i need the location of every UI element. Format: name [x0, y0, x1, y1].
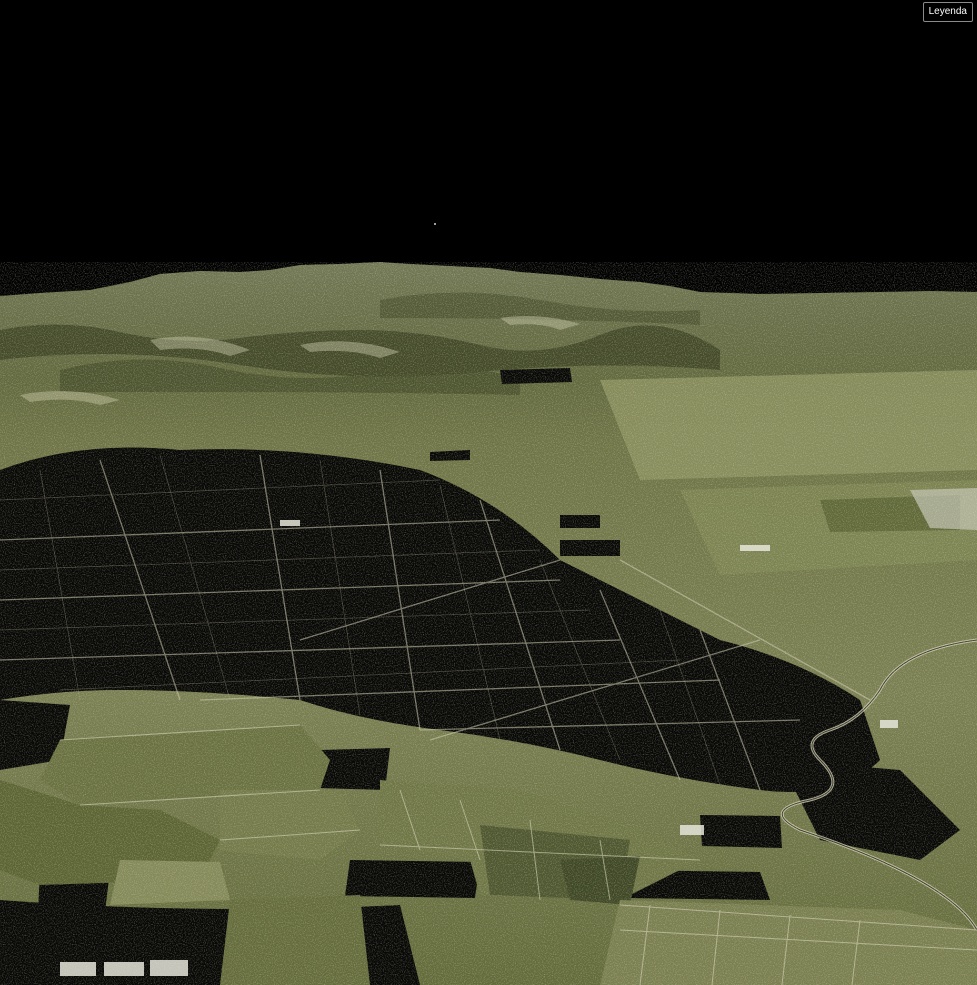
terrain-scene[interactable]	[0, 0, 977, 985]
sky	[0, 0, 977, 300]
legend-button[interactable]: Leyenda	[922, 2, 973, 22]
map-3d-viewport[interactable]: Leyenda	[0, 0, 977, 985]
terrain-texture	[0, 262, 977, 985]
star-dot	[434, 223, 436, 225]
